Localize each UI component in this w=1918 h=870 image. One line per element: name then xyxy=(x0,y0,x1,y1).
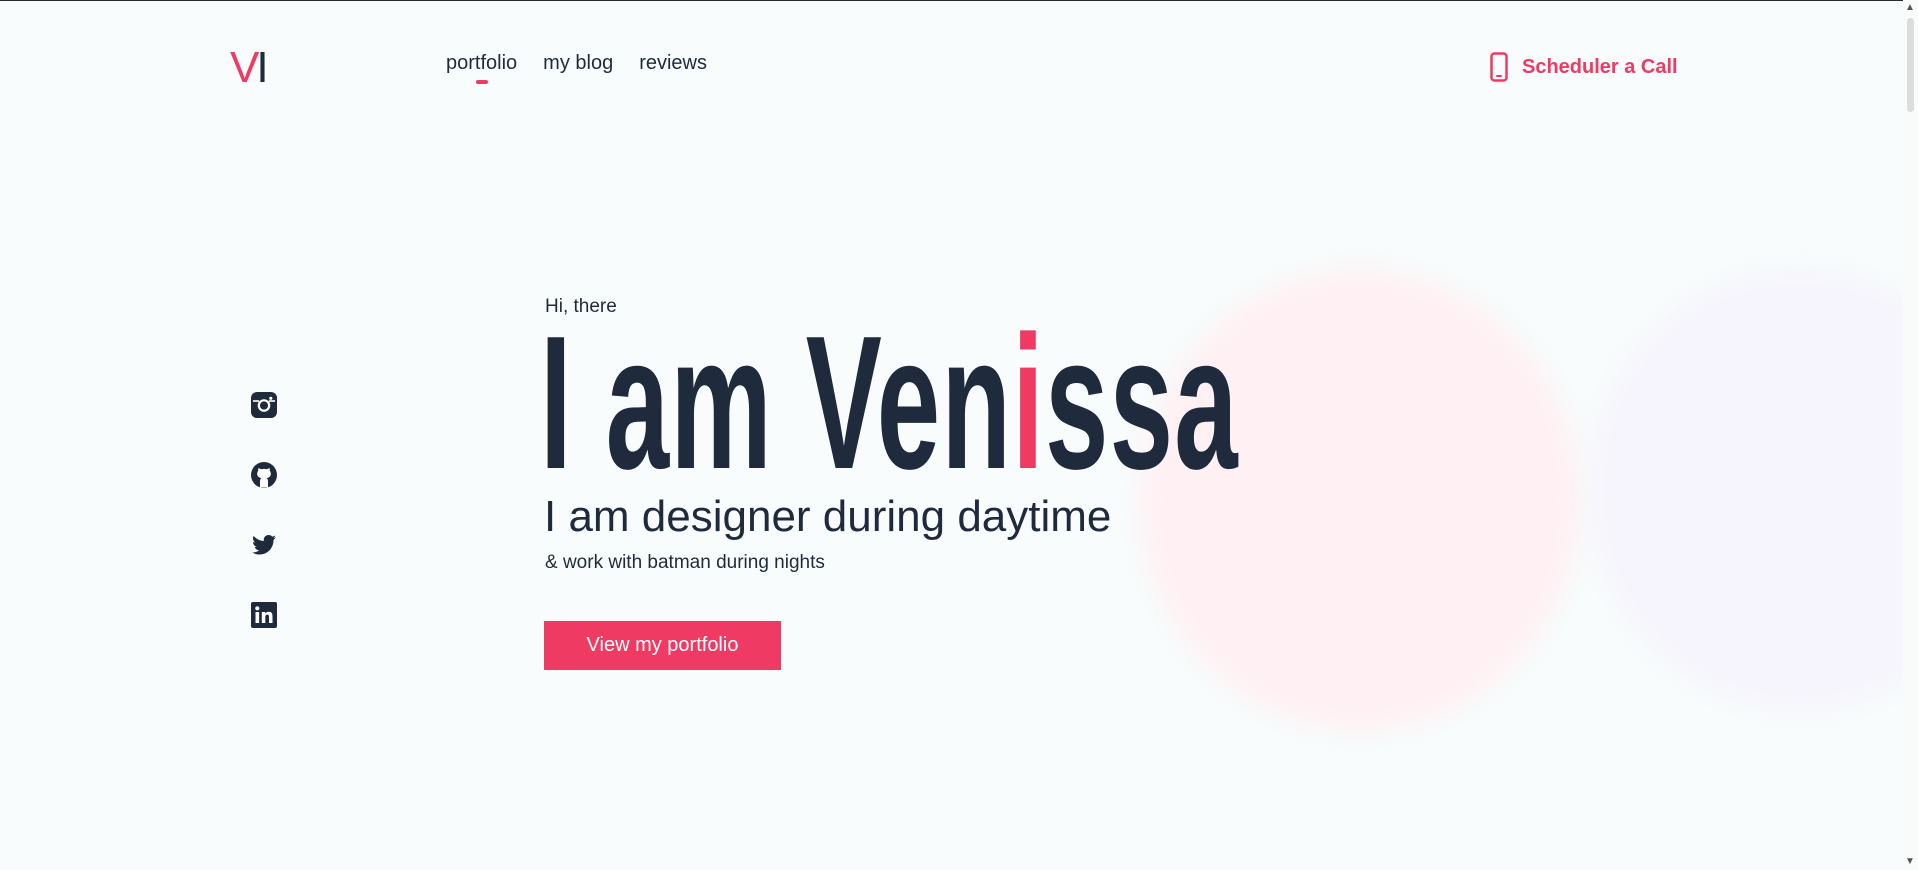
schedule-call-button[interactable]: Scheduler a Call xyxy=(1490,52,1678,82)
hero-title-end: ssa xyxy=(1045,297,1239,509)
hero-subline: & work with batman during nights xyxy=(545,552,825,573)
phone-icon xyxy=(1490,52,1508,82)
scroll-down-icon[interactable]: ▼ xyxy=(1905,857,1915,867)
linkedin-icon[interactable] xyxy=(251,602,277,628)
top-border xyxy=(0,0,1918,1)
logo-letter-v: V xyxy=(230,43,259,92)
twitter-icon[interactable] xyxy=(251,532,277,558)
hero-subtitle: I am designer during daytime xyxy=(544,492,1112,541)
background-blob-lilac xyxy=(1590,270,1918,710)
nav-item-reviews[interactable]: reviews xyxy=(639,52,707,75)
nav-item-label: reviews xyxy=(639,52,707,74)
hero-title-start: I am Ven xyxy=(540,297,1013,509)
hero-title: I am Venissa xyxy=(540,308,1239,498)
nav-item-portfolio[interactable]: portfolio xyxy=(446,52,518,84)
instagram-icon[interactable] xyxy=(251,392,277,418)
nav-item-label: my blog xyxy=(543,52,614,74)
page: VI portfolio my blog reviews Scheduler a… xyxy=(0,0,1918,870)
logo[interactable]: VI xyxy=(230,43,269,92)
scroll-up-icon[interactable]: ▲ xyxy=(1905,3,1915,13)
nav-item-label: portfolio xyxy=(446,52,518,74)
logo-letter-i: I xyxy=(256,43,268,92)
scroll-thumb[interactable] xyxy=(1907,18,1914,112)
github-icon[interactable] xyxy=(251,462,277,488)
active-indicator xyxy=(475,80,488,84)
nav-item-my-blog[interactable]: my blog xyxy=(543,52,613,75)
page-scrollbar[interactable]: ▲ ▼ xyxy=(1903,0,1918,870)
social-links xyxy=(251,392,277,628)
view-portfolio-button[interactable]: View my portfolio xyxy=(544,621,781,670)
main-nav: portfolio my blog reviews xyxy=(446,52,707,84)
hero-title-accent-letter: i xyxy=(1012,297,1046,509)
schedule-call-label: Scheduler a Call xyxy=(1522,55,1678,78)
